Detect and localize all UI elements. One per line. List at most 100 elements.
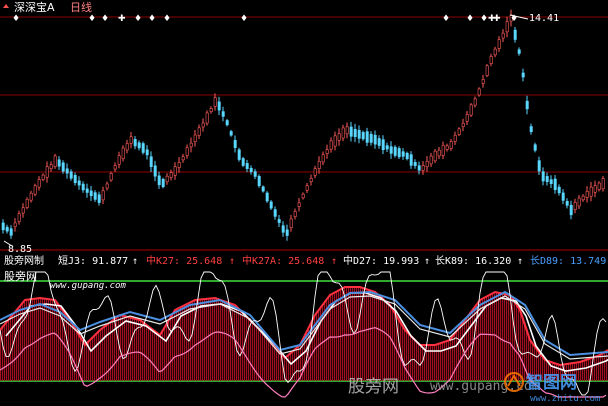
candle-body — [577, 197, 581, 207]
long-d89-value: 长D89: 13.749 — [530, 255, 606, 267]
histogram-bar — [236, 306, 238, 381]
candle-body — [357, 129, 361, 139]
histogram-bar — [126, 316, 128, 381]
histogram-bar — [582, 361, 584, 381]
histogram-bar — [580, 362, 582, 381]
histogram-bar — [102, 328, 104, 381]
candle-body — [557, 186, 561, 194]
histogram-bar — [164, 328, 166, 381]
histogram-bar — [444, 342, 446, 381]
histogram-bar — [474, 308, 476, 381]
histogram-bar — [272, 342, 274, 381]
candle-body — [537, 160, 541, 172]
candle-body — [585, 191, 589, 198]
candle-body — [93, 192, 97, 200]
candle-body — [253, 171, 257, 177]
histogram-bar — [204, 299, 206, 381]
candle-body — [225, 120, 229, 126]
histogram-bar — [160, 335, 162, 381]
histogram-bar — [144, 323, 146, 381]
histogram-bar — [168, 321, 170, 381]
svg-text:8.85: 8.85 — [8, 244, 32, 255]
candle-body — [213, 97, 217, 107]
candle-body — [201, 122, 205, 128]
candle-body — [305, 185, 309, 191]
histogram-bar — [494, 292, 496, 381]
histogram-bar — [448, 340, 450, 381]
histogram-bar — [222, 300, 224, 381]
candle-body — [461, 122, 465, 128]
candle-body — [57, 159, 61, 167]
histogram-bar — [376, 292, 378, 381]
short-j3-value: 短J3: 91.877 — [58, 254, 128, 267]
candle-body — [65, 168, 69, 174]
mid-d27-arrow: ↑ — [424, 256, 430, 267]
histogram-bar — [108, 324, 110, 381]
histogram-bar — [296, 348, 298, 381]
histogram-bar — [346, 287, 348, 381]
histogram-bar — [228, 302, 230, 381]
histogram-bar — [76, 330, 78, 381]
histogram-bar — [244, 314, 246, 381]
mid-k27a-arrow: ↑ — [331, 256, 337, 267]
histogram-bar — [40, 298, 42, 381]
histogram-bar — [484, 297, 486, 381]
candle-body — [53, 155, 57, 167]
candle-body — [157, 175, 161, 186]
candle-body — [513, 29, 517, 40]
long-k89-arrow: ↑ — [517, 256, 523, 267]
histogram-bar — [586, 359, 588, 381]
candle-body — [333, 135, 337, 147]
signal-marker-icon: ♦ — [480, 14, 488, 24]
histogram-bar — [140, 320, 142, 381]
histogram-bar — [194, 300, 196, 381]
histogram-bar — [158, 333, 160, 381]
candle-body — [113, 165, 117, 170]
candle-body — [205, 112, 209, 124]
histogram-bar — [232, 303, 234, 381]
long-k89-value: 长K89: 16.320 — [435, 255, 511, 267]
watermark-logo-url: www.zhitu.com — [530, 394, 600, 404]
histogram-bar — [288, 355, 290, 381]
candle-body — [501, 32, 505, 39]
histogram-bar — [132, 318, 134, 381]
candle-body — [429, 155, 433, 165]
histogram-bar — [184, 305, 186, 381]
candle-body — [29, 192, 33, 201]
histogram-bar — [460, 326, 462, 381]
indicator-legend: 股旁网制 短J3: 91.877 ↑ 中K27: 25.648 ↑ 中K27A:… — [4, 254, 606, 267]
candle-body — [389, 146, 393, 154]
histogram-bar — [298, 346, 300, 381]
histogram-bar — [172, 315, 174, 381]
candle-body — [473, 98, 477, 106]
histogram-bar — [390, 305, 392, 381]
candle-body — [601, 178, 605, 190]
histogram-bar — [2, 327, 4, 381]
candle-body — [145, 149, 149, 156]
candle-body — [489, 56, 493, 64]
histogram-bar — [86, 344, 88, 381]
candle-body — [117, 155, 121, 165]
histogram-bar — [388, 303, 390, 381]
candle-body — [565, 201, 569, 206]
candle-body — [125, 143, 129, 151]
histogram-bar — [16, 310, 18, 381]
candle-body — [137, 142, 141, 149]
signal-marker-icon: ✚ — [118, 14, 126, 24]
candle-body — [49, 164, 53, 169]
histogram-bar — [258, 328, 260, 381]
mid-k27-value: 中K27: 25.648 — [146, 254, 222, 267]
candle-body — [285, 229, 289, 236]
histogram-bar — [6, 322, 8, 381]
histogram-bar — [578, 362, 580, 381]
signal-marker-icon: ♦ — [240, 14, 248, 24]
signal-marker-icon: ♦ — [101, 14, 109, 24]
histogram-bar — [148, 326, 150, 381]
candle-body — [493, 48, 497, 56]
candle-body — [597, 182, 601, 190]
svg-text:14.41: 14.41 — [529, 13, 559, 24]
candle-body — [409, 154, 413, 166]
candle-body — [469, 104, 473, 116]
histogram-bar — [224, 301, 226, 381]
indicator-title: 股旁网制 — [4, 254, 44, 267]
